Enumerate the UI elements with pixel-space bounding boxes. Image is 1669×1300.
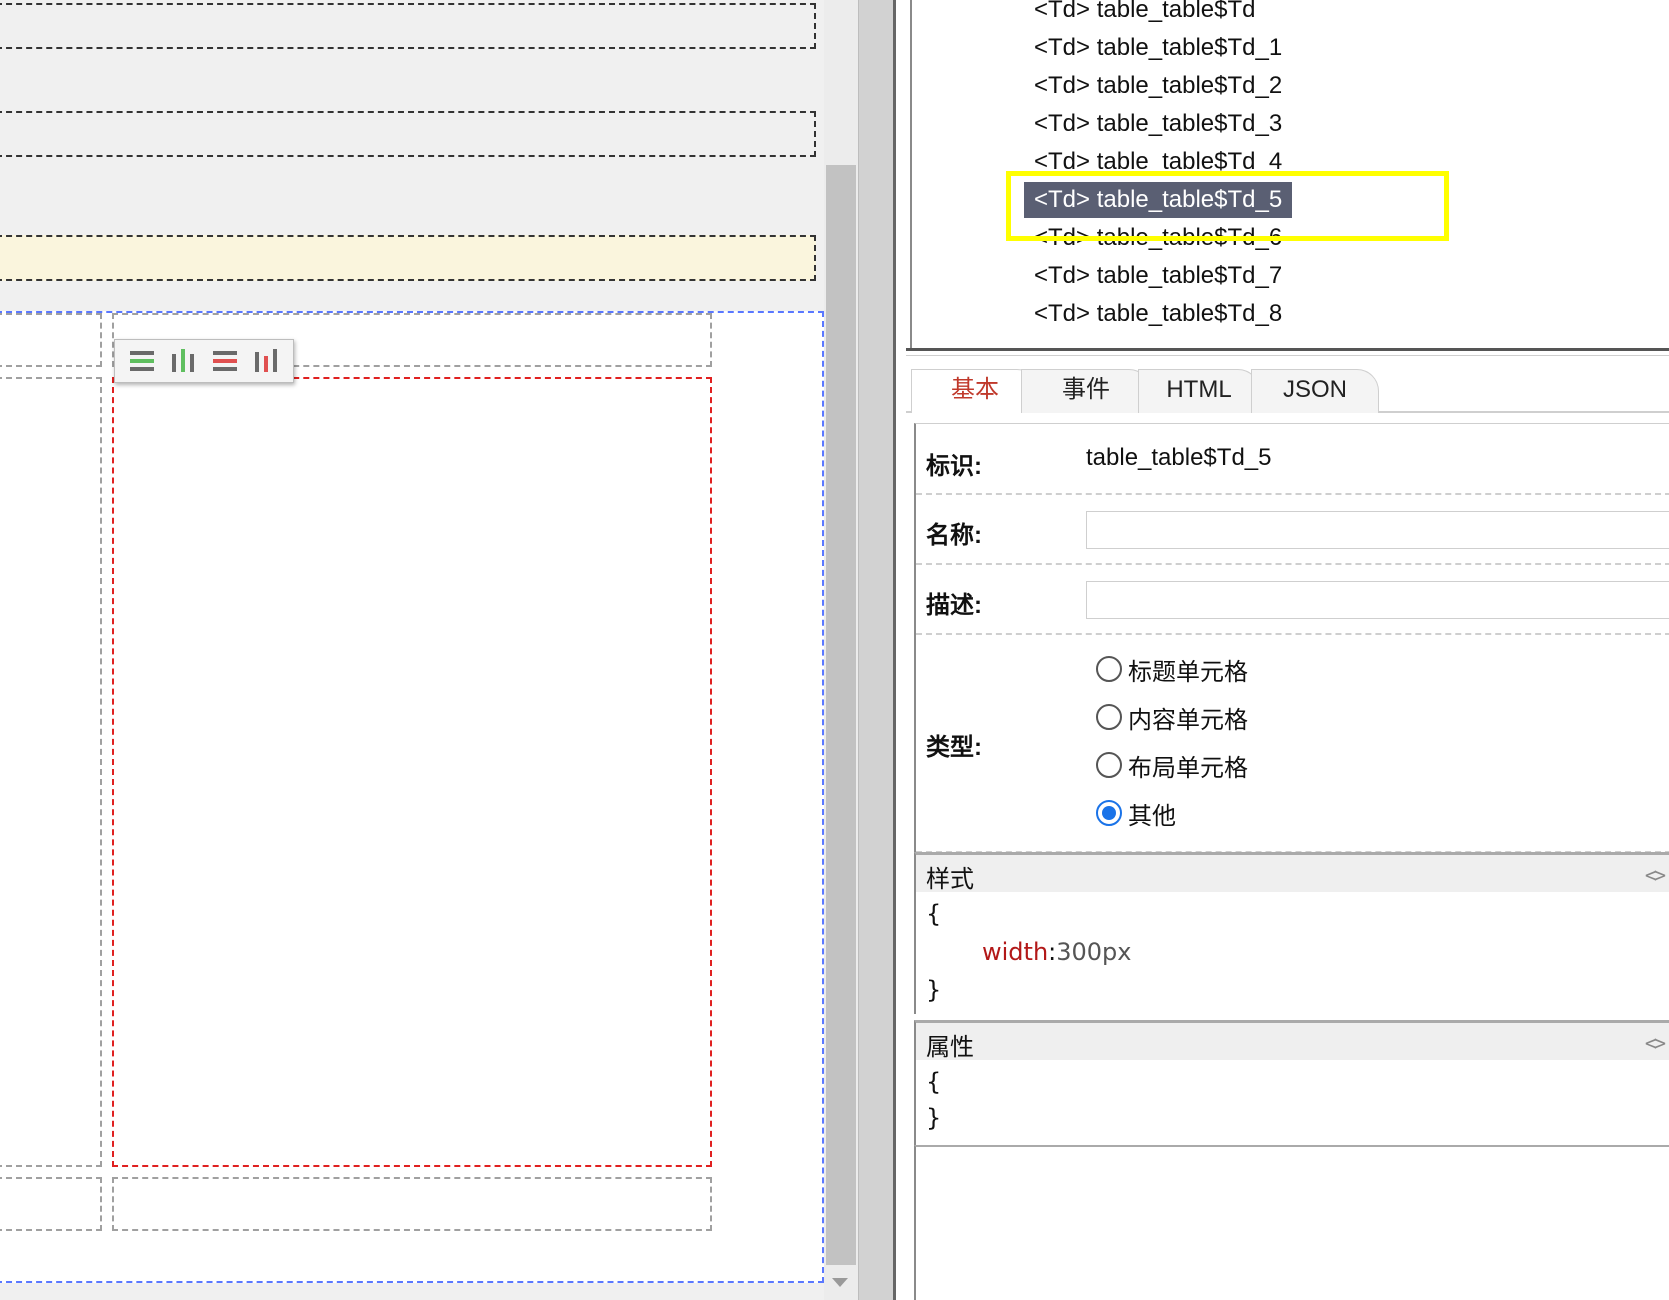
radio-layout-cell[interactable]: 布局单元格 (1096, 747, 1248, 783)
tree-item-name: table_table$Td_4 (1096, 148, 1283, 175)
form-row-id: 标识: table_table$Td_5 (916, 424, 1669, 495)
tree-item-selected[interactable]: <Td> table_table$Td_5 (1024, 182, 1293, 218)
form-row-placeholder-highlighted[interactable] (0, 235, 816, 281)
tree-item[interactable]: <Td> table_table$Td_8 (1024, 296, 1292, 332)
attribute-section-header[interactable]: 属性 <> (914, 1020, 1669, 1061)
table-cell[interactable] (0, 313, 102, 367)
radio-label: 其他 (1128, 802, 1176, 830)
table-cell[interactable] (112, 1177, 712, 1231)
tree-item-tag: <Td> (1034, 110, 1091, 137)
form-row-name: 名称: (916, 495, 1669, 565)
tree-item-tag: <Td> (1034, 300, 1091, 327)
panel-divider[interactable] (906, 348, 1669, 356)
expand-code-icon[interactable]: <> (1645, 863, 1666, 887)
tree-item-name: table_table$Td_5 (1096, 186, 1283, 213)
table-cell[interactable] (0, 1177, 102, 1231)
style-section-title: 样式 (926, 866, 974, 893)
table-cell[interactable] (0, 377, 102, 1167)
id-label: 标识: (926, 453, 982, 480)
tree-item-tag: <Td> (1034, 262, 1091, 289)
attribute-code-editor[interactable]: { } (914, 1060, 1669, 1145)
table-component[interactable] (0, 311, 824, 1283)
tree-item-tag: <Td> (1034, 72, 1091, 99)
name-label: 名称: (926, 522, 982, 549)
design-canvas[interactable] (0, 0, 858, 1300)
tree-item-tag: <Td> (1034, 186, 1091, 213)
radio-other[interactable]: 其他 (1096, 795, 1176, 831)
attribute-section-title: 属性 (926, 1034, 974, 1061)
form-row-type: 类型: 标题单元格 内容单元格 布局单元格 其他 (916, 635, 1669, 853)
name-input[interactable] (1086, 511, 1669, 549)
description-label: 描述: (926, 592, 982, 619)
tree-item-name: table_table$Td_8 (1096, 300, 1283, 327)
code-close-brace: } (926, 976, 942, 1004)
tab-events[interactable]: 事件 (1021, 369, 1151, 413)
align-center-icon[interactable] (168, 346, 198, 376)
tree-item-name: table_table$Td_1 (1096, 34, 1283, 61)
id-value: table_table$Td_5 (1086, 444, 1272, 471)
tree-item-name: table_table$Td_6 (1096, 224, 1283, 251)
type-label: 类型: (926, 734, 982, 761)
tree-item-name: table_table$Td_2 (1096, 72, 1283, 99)
code-style-line: width:300px (982, 938, 1132, 966)
radio-label: 布局单元格 (1128, 754, 1248, 782)
expand-code-icon[interactable]: <> (1645, 1031, 1666, 1055)
radio-header-cell[interactable]: 标题单元格 (1096, 651, 1248, 687)
tree-item[interactable]: <Td> table_table$Td_6 (1024, 220, 1292, 256)
radio-label: 内容单元格 (1128, 706, 1248, 734)
tab-json[interactable]: JSON (1251, 369, 1379, 413)
basic-properties-form: 标识: table_table$Td_5 名称: 描述: 类型: 标题单元格 内… (914, 423, 1669, 853)
description-input[interactable] (1086, 581, 1669, 619)
code-close-brace: } (926, 1104, 942, 1132)
code-open-brace: { (926, 900, 942, 928)
radio-circle-icon[interactable] (1096, 752, 1122, 778)
tree-item[interactable]: <Td> table_table$Td_7 (1024, 258, 1292, 294)
table-cell-selected[interactable] (112, 377, 712, 1167)
component-tree: <Td> table_table$Td <Td> table_table$Td_… (910, 0, 1669, 348)
style-code-editor[interactable]: { width:300px } (914, 892, 1669, 1014)
tree-item-tag: <Td> (1034, 34, 1091, 61)
tree-item[interactable]: <Td> table_table$Td_3 (1024, 106, 1292, 142)
pane-splitter[interactable] (858, 0, 897, 1300)
radio-circle-icon[interactable] (1096, 704, 1122, 730)
code-open-brace: { (926, 1068, 942, 1096)
form-row-placeholder[interactable] (0, 111, 816, 157)
tab-html[interactable]: HTML (1138, 369, 1260, 413)
tree-item[interactable]: <Td> table_table$Td_2 (1024, 68, 1292, 104)
radio-content-cell[interactable]: 内容单元格 (1096, 699, 1248, 735)
tree-item-name: table_table$Td (1096, 0, 1256, 23)
tree-item-name: table_table$Td_3 (1096, 110, 1283, 137)
cell-align-toolbar (114, 339, 294, 383)
css-key: width (982, 938, 1049, 966)
radio-circle-icon[interactable] (1096, 656, 1122, 682)
panel-empty-area (914, 1145, 1669, 1300)
css-value: 300px (1056, 938, 1132, 966)
form-row-description: 描述: (916, 565, 1669, 635)
tab-basic[interactable]: 基本 (911, 369, 1039, 413)
align-left-icon[interactable] (127, 346, 157, 376)
align-justify-icon[interactable] (251, 346, 281, 376)
tree-item[interactable]: <Td> table_table$Td (1024, 0, 1266, 28)
tree-item-tag: <Td> (1034, 148, 1091, 175)
tree-item-tag: <Td> (1034, 224, 1091, 251)
property-tabs: 基本 事件 HTML JSON (906, 363, 1669, 413)
style-section-header[interactable]: 样式 <> (914, 852, 1669, 893)
scroll-down-arrow-icon[interactable] (832, 1278, 848, 1287)
tree-item[interactable]: <Td> table_table$Td_4 (1024, 144, 1292, 180)
form-row-placeholder[interactable] (0, 3, 816, 49)
tree-item-tag: <Td> (1034, 0, 1091, 23)
align-right-icon[interactable] (210, 346, 240, 376)
properties-panel: <Td> table_table$Td <Td> table_table$Td_… (896, 0, 1669, 1300)
radio-checked-icon[interactable] (1096, 800, 1122, 826)
tree-item[interactable]: <Td> table_table$Td_1 (1024, 30, 1292, 66)
canvas-scrollbar-thumb[interactable] (826, 165, 856, 1265)
tree-item-name: table_table$Td_7 (1096, 262, 1283, 289)
radio-label: 标题单元格 (1128, 658, 1248, 686)
